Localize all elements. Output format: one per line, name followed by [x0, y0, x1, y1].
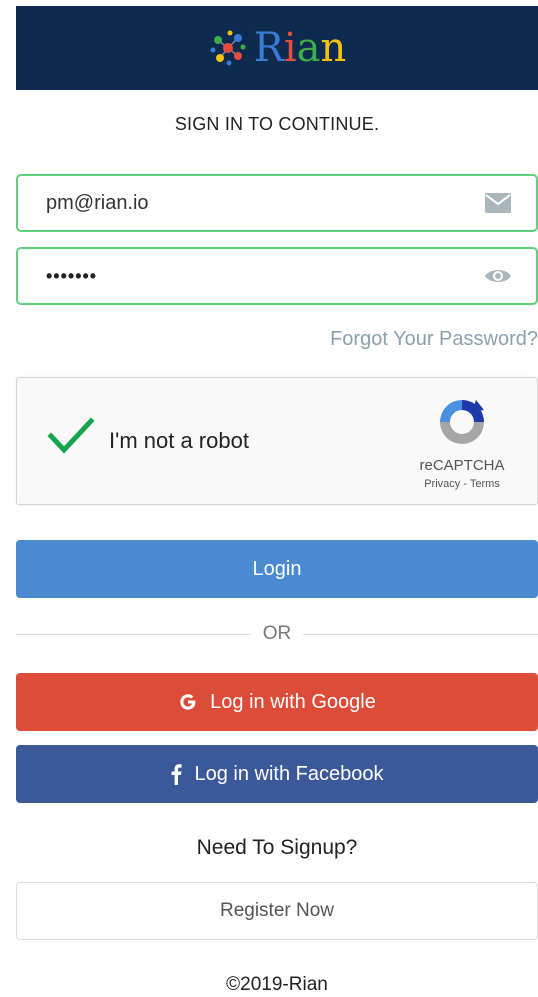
recaptcha-brand: reCAPTCHA: [419, 457, 505, 474]
divider-line: [303, 633, 538, 635]
or-text: OR: [262, 623, 292, 644]
recaptcha-links[interactable]: Privacy - Terms: [407, 478, 517, 490]
or-divider: OR: [16, 620, 538, 648]
password-field-wrapper[interactable]: •••••••: [16, 247, 538, 305]
brand-letter: n: [320, 25, 347, 71]
footer-copyright: ©2019-Rian: [226, 974, 328, 995]
forgot-password-link[interactable]: Forgot Your Password?: [330, 328, 538, 351]
signup-question: Need To Signup?: [196, 836, 358, 859]
eye-icon[interactable]: [484, 264, 512, 288]
recaptcha-checkbox[interactable]: [47, 416, 95, 456]
brand-letter: i: [283, 25, 297, 71]
divider-line: [16, 633, 251, 635]
recaptcha-label: I'm not a robot: [109, 428, 249, 453]
header-bar: Rian: [16, 6, 538, 90]
email-field-wrapper[interactable]: [16, 174, 538, 232]
google-icon: [180, 694, 196, 710]
email-input[interactable]: [46, 191, 484, 215]
brand-letter: a: [296, 25, 321, 71]
recaptcha-widget: I'm not a robot reCAPTCHA Privacy - Term…: [16, 377, 538, 505]
molecule-logo-icon: [210, 30, 246, 66]
recaptcha-branding: reCAPTCHA Privacy - Terms: [407, 396, 517, 490]
password-input[interactable]: •••••••: [46, 266, 484, 287]
checkmark-icon: [47, 417, 95, 454]
login-button[interactable]: Login: [16, 540, 538, 598]
login-page: Rian SIGN IN TO CONTINUE. ••••••• Forgot…: [0, 0, 538, 997]
google-button-label: Log in with Google: [210, 690, 376, 713]
facebook-icon: [172, 764, 183, 785]
brand-letter: R: [253, 25, 284, 71]
envelope-icon: [484, 191, 512, 215]
facebook-login-button[interactable]: Log in with Facebook: [16, 745, 538, 803]
google-login-button[interactable]: Log in with Google: [16, 673, 538, 731]
recaptcha-logo-icon: [440, 400, 484, 444]
login-button-label: Login: [252, 557, 302, 580]
page-title: SIGN IN TO CONTINUE.: [174, 114, 380, 134]
brand-logo: Rian: [208, 28, 347, 68]
brand-name: Rian: [254, 28, 347, 68]
facebook-button-label: Log in with Facebook: [194, 762, 384, 785]
register-button-label: Register Now: [219, 900, 335, 921]
register-now-button[interactable]: Register Now: [16, 882, 538, 940]
